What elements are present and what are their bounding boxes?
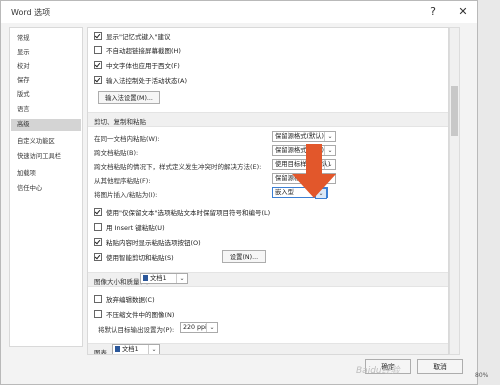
doc-icon (143, 275, 148, 281)
select-value: 文档1 (150, 275, 167, 282)
dialog-title: Word 选项 (11, 8, 51, 17)
option-label: 用 Insert 键粘贴(U) (106, 224, 165, 232)
arrow-icon (292, 144, 336, 198)
sidebar-item-language[interactable]: 语言 (17, 104, 30, 113)
section-cut-copy-paste: 剪切、复制和粘贴 (88, 112, 448, 127)
red-arrow-annotation (292, 144, 336, 198)
smart-paste-settings-button[interactable]: 设置(N)... (222, 250, 266, 263)
option-label: 放弃编辑数据(C) (106, 296, 155, 304)
ime-settings-button[interactable]: 输入法设置(M)... (98, 91, 160, 104)
doc-icon (115, 346, 120, 352)
option-autocomplete[interactable]: 显示"记忆式键入"建议 (94, 31, 170, 41)
option-ime-control[interactable]: 输入法控制处于活动状态(A) (94, 75, 187, 85)
help-button[interactable]: ? (425, 4, 441, 20)
checkbox[interactable] (94, 32, 102, 40)
sidebar-item-save[interactable]: 保存 (17, 75, 30, 84)
sidebar-item-display[interactable]: 显示 (17, 47, 30, 56)
checkbox[interactable] (94, 253, 102, 261)
option-chinese-font-western[interactable]: 中文字体也应用于西文(F) (94, 60, 180, 70)
sidebar-item-proofing[interactable]: 校对 (17, 61, 30, 70)
chevron-down-icon: ⌄ (206, 323, 217, 332)
checkbox[interactable] (94, 76, 102, 84)
chevron-down-icon: ⌄ (148, 345, 159, 354)
chevron-down-icon: ⌄ (324, 132, 335, 141)
select-value: 保留源格式(默认) (275, 133, 324, 140)
checkbox[interactable] (94, 223, 102, 231)
insert-picture-label: 将图片插入/粘贴为(I): (94, 191, 158, 199)
scrollbar-thumb[interactable] (451, 86, 458, 136)
option-no-compress-images[interactable]: 不压缩文件中的图像(N) (94, 309, 174, 319)
image-quality-doc-select[interactable]: 文档1 ⌄ (140, 273, 188, 284)
chart-doc-select[interactable]: 文档1 ⌄ (112, 344, 160, 354)
cancel-button[interactable]: 取消 (417, 359, 463, 374)
option-keep-bullets[interactable]: 使用"仅保留文本"选项粘贴文本时保留项目符号和编号(L) (94, 207, 270, 217)
sidebar-item-addins[interactable]: 加载项 (17, 168, 36, 177)
checkbox[interactable] (94, 238, 102, 246)
checkbox[interactable] (94, 46, 102, 54)
chevron-down-icon: ⌄ (176, 274, 187, 283)
watermark: Baidu经验 (356, 366, 400, 376)
option-label: 粘贴内容时显示粘贴选项按钮(O) (106, 239, 201, 247)
sidebar-item-trust-center[interactable]: 信任中心 (17, 183, 42, 192)
option-no-hyperlink-screenshot[interactable]: 不自动超链接屏幕截图(H) (94, 45, 181, 55)
option-label: 中文字体也应用于西文(F) (106, 62, 180, 70)
section-header: 图表 (94, 349, 107, 355)
title-bar: Word 选项 ? ✕ (1, 1, 477, 23)
option-smart-cut-paste[interactable]: 使用智能剪切和粘贴(S) (94, 252, 174, 262)
default-resolution-label: 将默认目标输出设置为(P): (98, 326, 175, 334)
close-button[interactable]: ✕ (455, 4, 471, 20)
scrollbar[interactable] (449, 27, 460, 355)
checkbox[interactable] (94, 310, 102, 318)
word-options-dialog: Word 选项 ? ✕ 常规 显示 校对 保存 版式 语言 高级 自定义功能区 … (0, 0, 478, 385)
paste-within-doc-label: 在同一文档内粘贴(W): (94, 135, 160, 143)
sidebar-item-advanced[interactable]: 高级 (11, 119, 81, 131)
option-label: 显示"记忆式键入"建议 (106, 33, 171, 41)
paste-other-programs-label: 从其他程序粘贴(F): (94, 177, 151, 185)
paste-within-doc-select[interactable]: 保留源格式(默认) ⌄ (272, 131, 336, 142)
sidebar-item-general[interactable]: 常规 (17, 33, 30, 42)
checkbox[interactable] (94, 61, 102, 69)
section-header: 剪切、复制和粘贴 (94, 118, 146, 126)
option-show-paste-options[interactable]: 粘贴内容时显示粘贴选项按钮(O) (94, 237, 201, 247)
select-value: 文档1 (122, 346, 139, 353)
paste-between-docs-label: 跨文档粘贴(B): (94, 149, 139, 157)
option-insert-key-paste[interactable]: 用 Insert 键粘贴(U) (94, 222, 165, 232)
option-label: 不压缩文件中的图像(N) (106, 311, 175, 319)
option-label: 使用智能剪切和粘贴(S) (106, 254, 174, 262)
advanced-options-panel: 显示"记忆式键入"建议 不自动超链接屏幕截图(H) 中文字体也应用于西文(F) … (87, 27, 449, 355)
option-label: 使用"仅保留文本"选项粘贴文本时保留项目符号和编号(L) (106, 209, 271, 217)
sidebar-item-quick-access[interactable]: 快速访问工具栏 (17, 151, 61, 160)
sidebar-item-typography[interactable]: 版式 (17, 89, 30, 98)
checkbox[interactable] (94, 295, 102, 303)
option-label: 输入法控制处于活动状态(A) (106, 77, 188, 85)
default-resolution-select[interactable]: 220 ppi ⌄ (180, 322, 218, 333)
sidebar-item-customize-ribbon[interactable]: 自定义功能区 (17, 136, 55, 145)
sidebar: 常规 显示 校对 保存 版式 语言 高级 自定义功能区 快速访问工具栏 加载项 … (9, 27, 83, 347)
checkbox[interactable] (94, 208, 102, 216)
option-discard-editing-data[interactable]: 放弃编辑数据(C) (94, 294, 155, 304)
style-conflict-label: 跨文档粘贴的情况下，样式定义发生冲突时的解决方法(E): (94, 163, 262, 171)
option-label: 不自动超链接屏幕截图(H) (106, 47, 181, 55)
select-value: 220 ppi (183, 324, 207, 331)
zoom-level: 80% (475, 372, 489, 379)
